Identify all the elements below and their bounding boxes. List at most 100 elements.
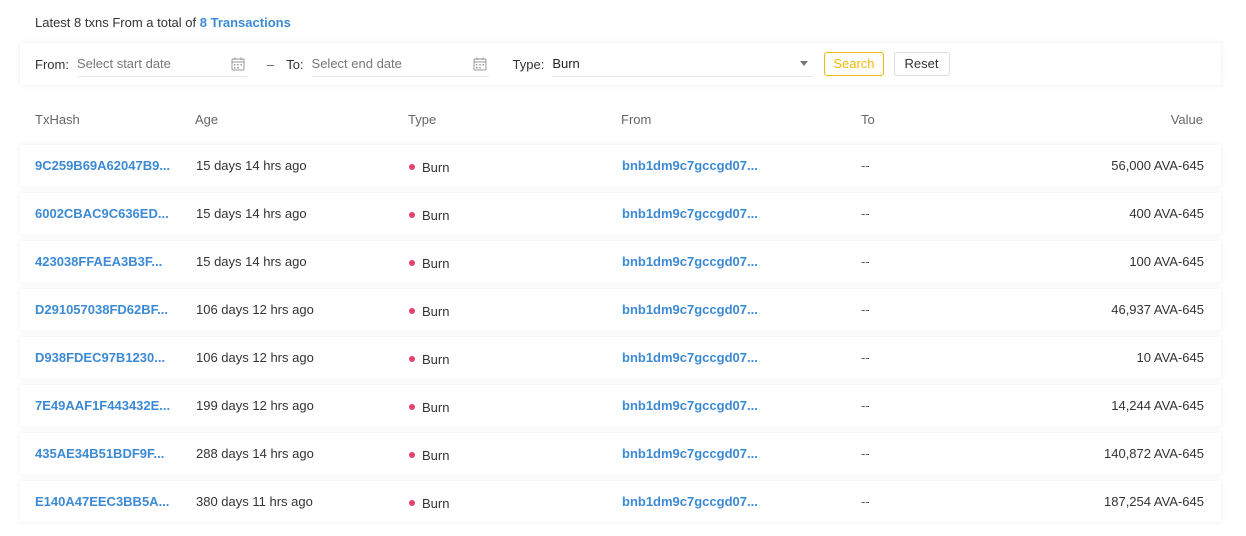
burn-status-dot-icon: [409, 355, 415, 362]
age-cell: 199 days 12 hrs ago: [196, 398, 314, 413]
date-range-separator: –: [266, 56, 275, 72]
start-date-placeholder: Select start date: [76, 56, 171, 71]
value-cell: 46,937 AVA-645: [1111, 302, 1204, 317]
txhash-link[interactable]: 9C259B69A62047B9...: [35, 145, 170, 186]
to-cell: --: [861, 398, 870, 413]
filter-bar: From: Select start date – To: Select end…: [20, 43, 1221, 85]
type-text: Burn: [422, 208, 450, 223]
value-cell: 56,000 AVA-645: [1111, 158, 1204, 173]
table-row: 6002CBAC9C636ED... 15 days 14 hrs ago Bu…: [20, 193, 1221, 234]
txhash-link[interactable]: 6002CBAC9C636ED...: [35, 193, 169, 234]
age-cell: 106 days 12 hrs ago: [196, 350, 314, 365]
header-from: From: [621, 112, 652, 127]
type-cell: Burn: [409, 195, 449, 236]
txhash-link[interactable]: E140A47EEC3BB5A...: [35, 481, 169, 522]
table-row: D938FDEC97B1230... 106 days 12 hrs ago B…: [20, 337, 1221, 378]
to-cell: --: [861, 446, 870, 461]
value-cell: 100 AVA-645: [1129, 254, 1204, 269]
burn-status-dot-icon: [409, 163, 415, 170]
type-text: Burn: [422, 304, 450, 319]
table-row: 9C259B69A62047B9... 15 days 14 hrs ago B…: [20, 145, 1221, 186]
table-row: 435AE34B51BDF9F... 288 days 14 hrs ago B…: [20, 433, 1221, 474]
from-address-link[interactable]: bnb1dm9c7gccgd07...: [622, 481, 758, 522]
burn-status-dot-icon: [409, 211, 415, 218]
total-transactions-link[interactable]: 8 Transactions: [200, 15, 291, 30]
end-date-placeholder: Select end date: [311, 56, 402, 71]
table-row: E140A47EEC3BB5A... 380 days 11 hrs ago B…: [20, 481, 1221, 522]
type-select[interactable]: Burn: [552, 51, 815, 77]
from-address-link[interactable]: bnb1dm9c7gccgd07...: [622, 385, 758, 426]
value-cell: 187,254 AVA-645: [1104, 494, 1204, 509]
to-cell: --: [861, 350, 870, 365]
age-cell: 15 days 14 hrs ago: [196, 254, 307, 269]
chevron-down-icon: [800, 61, 809, 66]
from-address-link[interactable]: bnb1dm9c7gccgd07...: [622, 145, 758, 186]
type-cell: Burn: [409, 243, 449, 284]
value-cell: 14,244 AVA-645: [1111, 398, 1204, 413]
txhash-link[interactable]: D938FDEC97B1230...: [35, 337, 165, 378]
transactions-summary: Latest 8 txns From a total of 8 Transact…: [35, 15, 291, 30]
to-cell: --: [861, 254, 870, 269]
type-text: Burn: [422, 496, 450, 511]
search-button[interactable]: Search: [824, 52, 884, 76]
table-header: TxHash Age Type From To Value: [20, 99, 1221, 141]
from-address-link[interactable]: bnb1dm9c7gccgd07...: [622, 289, 758, 330]
age-cell: 288 days 14 hrs ago: [196, 446, 314, 461]
from-address-link[interactable]: bnb1dm9c7gccgd07...: [622, 337, 758, 378]
to-cell: --: [861, 494, 870, 509]
reset-button[interactable]: Reset: [893, 52, 950, 76]
transactions-table: TxHash Age Type From To Value 9C259B69A6…: [20, 99, 1221, 529]
header-value: Value: [1170, 112, 1203, 127]
age-cell: 15 days 14 hrs ago: [196, 206, 307, 221]
type-text: Burn: [422, 352, 450, 367]
type-select-value: Burn: [552, 56, 580, 71]
type-cell: Burn: [409, 147, 449, 188]
type-text: Burn: [422, 448, 450, 463]
age-cell: 106 days 12 hrs ago: [196, 302, 314, 317]
type-cell: Burn: [409, 435, 449, 476]
type-cell: Burn: [409, 339, 449, 380]
value-cell: 140,872 AVA-645: [1104, 446, 1204, 461]
burn-status-dot-icon: [409, 451, 415, 458]
header-age: Age: [195, 112, 219, 127]
header-txhash: TxHash: [35, 112, 80, 127]
type-text: Burn: [422, 160, 450, 175]
type-cell: Burn: [409, 483, 449, 524]
type-label: Type:: [512, 56, 545, 72]
table-row: 7E49AAF1F443432E... 199 days 12 hrs ago …: [20, 385, 1221, 426]
calendar-icon[interactable]: [473, 57, 487, 71]
calendar-icon[interactable]: [231, 57, 245, 71]
burn-status-dot-icon: [409, 307, 415, 314]
end-date-input[interactable]: Select end date: [311, 51, 489, 77]
to-cell: --: [861, 206, 870, 221]
txhash-link[interactable]: D291057038FD62BF...: [35, 289, 168, 330]
start-date-input[interactable]: Select start date: [76, 51, 247, 77]
header-to: To: [861, 112, 875, 127]
value-cell: 10 AVA-645: [1136, 350, 1204, 365]
burn-status-dot-icon: [409, 259, 415, 266]
to-cell: --: [861, 302, 870, 317]
txhash-link[interactable]: 7E49AAF1F443432E...: [35, 385, 170, 426]
from-address-link[interactable]: bnb1dm9c7gccgd07...: [622, 433, 758, 474]
age-cell: 380 days 11 hrs ago: [196, 494, 313, 509]
age-cell: 15 days 14 hrs ago: [196, 158, 307, 173]
to-cell: --: [861, 158, 870, 173]
txhash-link[interactable]: 423038FFAEA3B3F...: [35, 241, 162, 282]
type-cell: Burn: [409, 387, 449, 428]
from-address-link[interactable]: bnb1dm9c7gccgd07...: [622, 241, 758, 282]
burn-status-dot-icon: [409, 499, 415, 506]
type-text: Burn: [422, 256, 450, 271]
summary-text: Latest 8 txns From a total of: [35, 15, 197, 30]
type-text: Burn: [422, 400, 450, 415]
table-row: 423038FFAEA3B3F... 15 days 14 hrs ago Bu…: [20, 241, 1221, 282]
from-label: From:: [35, 56, 69, 72]
type-cell: Burn: [409, 291, 449, 332]
header-type: Type: [408, 112, 437, 127]
to-label: To:: [286, 56, 304, 72]
table-body: 9C259B69A62047B9... 15 days 14 hrs ago B…: [20, 145, 1221, 522]
table-row: D291057038FD62BF... 106 days 12 hrs ago …: [20, 289, 1221, 330]
from-address-link[interactable]: bnb1dm9c7gccgd07...: [622, 193, 758, 234]
value-cell: 400 AVA-645: [1129, 206, 1204, 221]
burn-status-dot-icon: [409, 403, 415, 410]
txhash-link[interactable]: 435AE34B51BDF9F...: [35, 433, 164, 474]
